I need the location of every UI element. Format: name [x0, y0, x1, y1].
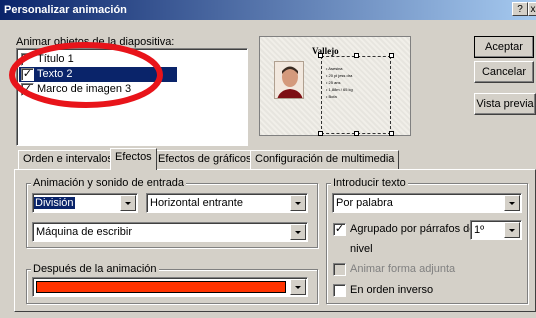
window-title: Personalizar animación — [4, 4, 127, 16]
bullet-item: • 25 ans — [326, 80, 341, 85]
help-icon[interactable]: ? — [512, 2, 528, 16]
chevron-down-icon[interactable] — [504, 195, 520, 211]
bullet-item: • 20 pi jess dra — [326, 73, 353, 78]
sound-dropdown[interactable]: Máquina de escribir — [32, 222, 308, 242]
chevron-down-icon[interactable] — [290, 279, 306, 295]
tab-order-timing[interactable]: Orden e intervalos — [18, 150, 118, 169]
resize-handle — [389, 131, 394, 136]
slide-preview: Vallejo • Asesina • 20 pi jess dra • 25 … — [259, 36, 411, 136]
tab-multimedia-settings[interactable]: Configuración de multimedia — [250, 150, 400, 169]
sound-value: Máquina de escribir — [36, 226, 132, 238]
grouped-checkbox[interactable]: ✓ — [333, 223, 346, 236]
introduce-text-label: Introducir texto — [331, 177, 408, 189]
chevron-down-icon[interactable] — [504, 222, 520, 238]
direction-value: Horizontal entrante — [150, 197, 243, 209]
level-dropdown[interactable]: 1º — [470, 220, 522, 240]
resize-handle — [354, 53, 359, 58]
chevron-down-icon[interactable] — [290, 224, 306, 240]
person-photo-icon — [277, 66, 303, 98]
resize-handle — [354, 131, 359, 136]
entry-animation-label: Animación y sonido de entrada — [31, 177, 187, 189]
tab-effects[interactable]: Efectos — [110, 148, 157, 170]
resize-handle — [318, 53, 323, 58]
title-bar: Personalizar animación — [0, 0, 536, 20]
accept-button[interactable]: Aceptar — [474, 36, 534, 58]
after-animation-dropdown[interactable] — [32, 277, 308, 297]
effect-value: División — [34, 197, 75, 209]
color-swatch — [36, 281, 286, 293]
effect-dropdown[interactable]: División — [32, 193, 138, 213]
red-circle-annotation — [9, 42, 163, 108]
direction-dropdown[interactable]: Horizontal entrante — [146, 193, 308, 213]
bullet-item: • Bofa — [326, 94, 337, 99]
slide-bullets: • Asesina • 20 pi jess dra • 25 ans • 1,… — [326, 65, 353, 100]
bullet-item: • 1,88m / 65 kg — [326, 87, 353, 92]
bullet-item: • Asesina — [326, 66, 343, 71]
intro-by-value: Por palabra — [336, 197, 393, 209]
close-icon[interactable]: x — [528, 2, 536, 16]
intro-by-dropdown[interactable]: Por palabra — [332, 193, 522, 213]
photo-image — [274, 61, 304, 99]
grouped-label: Agrupado por párrafos de — [350, 223, 476, 235]
tab-chart-effects[interactable]: Efectos de gráficos — [153, 150, 257, 169]
level-label: nivel — [350, 243, 373, 255]
reverse-order-label: En orden inverso — [350, 284, 434, 296]
reverse-order-checkbox[interactable] — [333, 284, 346, 297]
resize-handle — [389, 53, 394, 58]
resize-handle — [318, 131, 323, 136]
animate-shape-label: Animar forma adjunta — [350, 263, 456, 275]
cancel-button[interactable]: Cancelar — [474, 61, 534, 83]
level-value: 1º — [474, 224, 485, 236]
animate-shape-checkbox[interactable] — [333, 263, 346, 276]
custom-animation-dialog: Personalizar animación ? x Animar objeto… — [0, 0, 536, 318]
chevron-down-icon[interactable] — [120, 195, 136, 211]
chevron-down-icon[interactable] — [290, 195, 306, 211]
after-animation-label: Después de la animación — [31, 263, 159, 275]
slide-title: Vallejo — [312, 46, 339, 56]
preview-button[interactable]: Vista previa — [474, 93, 536, 115]
